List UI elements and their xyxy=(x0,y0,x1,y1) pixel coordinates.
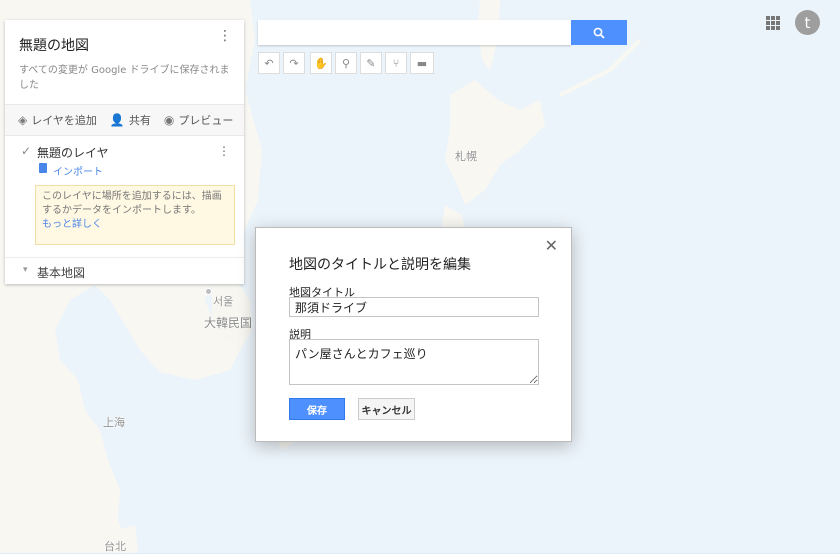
map-panel: 無題の地図 ⋮ すべての変更が Google ドライブに保存されました ◈ レイ… xyxy=(5,20,244,284)
layer-hint-text: このレイヤに場所を追加するには、描画するかデータをインポートします。 xyxy=(42,191,222,216)
directions-icon[interactable]: ⑂ xyxy=(385,52,407,74)
draw-line-icon[interactable]: ✎ xyxy=(360,52,382,74)
save-button[interactable]: 保存 xyxy=(289,398,345,420)
edit-title-dialog: ✕ 地図のタイトルと説明を編集 地図タイトル 説明 パン屋さんとカフェ巡り 保存… xyxy=(255,227,572,442)
ruler-icon[interactable]: ▬ xyxy=(410,52,434,74)
checkmark-icon[interactable]: ✓ xyxy=(21,144,31,158)
layer-hint: このレイヤに場所を追加するには、描画するかデータをインポートします。 もっと詳し… xyxy=(35,185,235,245)
map-title-field[interactable] xyxy=(289,297,539,317)
layer-name[interactable]: 無題のレイヤ xyxy=(37,144,109,161)
dialog-title: 地図のタイトルと説明を編集 xyxy=(289,257,471,273)
base-map-label: 基本地図 xyxy=(37,266,86,280)
import-link[interactable]: インポート xyxy=(53,163,103,178)
apps-grid-icon[interactable] xyxy=(766,16,780,30)
map-title[interactable]: 無題の地図 xyxy=(19,35,89,55)
marker-icon[interactable]: ⚲ xyxy=(335,52,357,74)
description-field[interactable]: パン屋さんとカフェ巡り xyxy=(289,339,539,385)
more-options-icon[interactable]: ⋮ xyxy=(218,29,232,43)
file-icon xyxy=(39,163,47,173)
preview-label: プレビュー xyxy=(178,114,234,127)
learn-more-link[interactable]: もっと詳しく xyxy=(42,219,102,230)
search-icon xyxy=(593,27,605,39)
add-layer-label: レイヤを追加 xyxy=(31,114,97,127)
share-label: 共有 xyxy=(128,114,151,127)
eye-icon: ◉ xyxy=(163,113,175,127)
search-input[interactable] xyxy=(258,20,571,45)
saved-notice: すべての変更が Google ドライブに保存されました xyxy=(19,65,230,91)
layer-options-icon[interactable]: ⋮ xyxy=(218,144,230,158)
add-layer-button[interactable]: ◈ レイヤを追加 xyxy=(18,112,97,128)
map-toolbar: ↶ ↷ ✋ ⚲ ✎ ⑂ ▬ xyxy=(258,52,437,74)
search-button[interactable] xyxy=(571,20,627,45)
chevron-down-icon: ▾ xyxy=(23,265,28,275)
share-button[interactable]: 👤 共有 xyxy=(110,112,151,128)
panel-actions: ◈ レイヤを追加 👤 共有 ◉ プレビュー xyxy=(5,104,244,136)
hand-icon[interactable]: ✋ xyxy=(310,52,332,74)
redo-icon[interactable]: ↷ xyxy=(283,52,305,74)
layers-icon: ◈ xyxy=(18,113,28,127)
preview-button[interactable]: ◉ プレビュー xyxy=(164,112,233,128)
add-person-icon: 👤 xyxy=(109,113,125,127)
undo-icon[interactable]: ↶ xyxy=(258,52,280,74)
base-map-section[interactable]: ▾ 基本地図 xyxy=(5,257,244,285)
cancel-button[interactable]: キャンセル xyxy=(358,398,415,420)
avatar[interactable]: t xyxy=(795,10,820,35)
close-icon[interactable]: ✕ xyxy=(545,236,558,255)
